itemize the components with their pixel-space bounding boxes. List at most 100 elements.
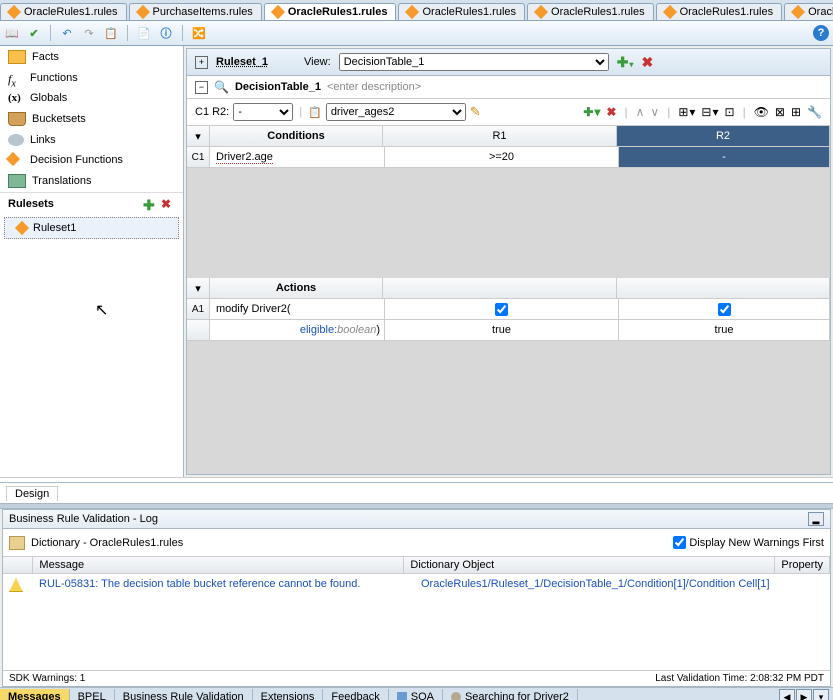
bottom-tab-messages[interactable]: Messages xyxy=(0,689,70,700)
corner-cell[interactable]: ▾ xyxy=(187,126,210,146)
log-title-bar: Business Rule Validation - Log ▂ xyxy=(3,510,830,529)
move-up-icon[interactable]: ∧ xyxy=(636,105,645,119)
redo-icon[interactable]: ↷ xyxy=(81,25,97,41)
add-icon[interactable]: ✚▾ xyxy=(583,105,600,119)
editor-tab[interactable]: PurchaseItems.rules xyxy=(129,3,262,20)
bottom-tab-extensions[interactable]: Extensions xyxy=(253,689,324,700)
minimize-icon[interactable]: ▂ xyxy=(808,512,824,526)
soa-icon xyxy=(397,692,407,700)
grid-header-row: ▾ Conditions R1 R2 xyxy=(187,126,830,147)
filter-value-select[interactable]: - xyxy=(233,103,293,121)
functions-icon: fx xyxy=(8,72,24,84)
add-view-icon[interactable]: ✚▾ xyxy=(617,54,634,71)
undo-icon[interactable]: ↶ xyxy=(59,25,75,41)
bottom-tab-bpel[interactable]: BPEL xyxy=(70,689,115,700)
action-label[interactable]: modify Driver2( xyxy=(210,299,385,319)
tab-label: Business Rule Validation xyxy=(123,691,244,700)
options-icon[interactable]: 🔧 xyxy=(807,105,822,119)
separator: | xyxy=(743,105,746,119)
delete-icon[interactable]: ✖ xyxy=(606,105,616,119)
bottom-tab-search[interactable]: Searching for Driver2 xyxy=(443,689,578,700)
conflict-icon[interactable]: ⊠ xyxy=(775,105,785,119)
search-icon[interactable]: 🔍 xyxy=(214,80,229,94)
condition-label-cell[interactable]: Driver2.age xyxy=(210,147,385,167)
verify-icon[interactable]: 📄 xyxy=(136,25,152,41)
action-row: A1 modify Driver2( xyxy=(187,299,830,320)
condition-r2-cell-selected[interactable]: - xyxy=(619,147,830,167)
separator xyxy=(127,25,128,41)
action-r2-checkbox[interactable] xyxy=(619,299,830,319)
property-column-header[interactable]: Property xyxy=(775,557,830,573)
separator: | xyxy=(299,106,302,118)
ruleset-name[interactable]: Ruleset_1 xyxy=(216,56,268,68)
split-icon[interactable]: ⊟▾ xyxy=(701,105,718,119)
sidebar-item-facts[interactable]: Facts xyxy=(0,46,183,68)
sidebar-item-globals[interactable]: (x)Globals xyxy=(0,88,183,108)
info-icon[interactable]: ⓘ xyxy=(158,25,174,41)
expand-icon[interactable]: + xyxy=(195,56,208,69)
bottom-tabs: Messages BPEL Business Rule Validation E… xyxy=(0,687,833,700)
bucketset-select[interactable]: driver_ages2 xyxy=(326,103,466,121)
validate-icon[interactable]: ✔ xyxy=(26,25,42,41)
icon-column-header[interactable] xyxy=(3,557,33,573)
bottom-tab-soa[interactable]: SOA xyxy=(389,689,443,700)
condition-r1-cell[interactable]: >=20 xyxy=(385,147,619,167)
edit-icon[interactable]: ✎ xyxy=(470,104,481,120)
r2-header-selected[interactable]: R2 xyxy=(617,126,830,146)
editor-tab[interactable]: OracleRules1.rules xyxy=(656,3,783,20)
log-footer: SDK Warnings: 1 Last Validation Time: 2:… xyxy=(3,670,830,686)
bottom-tab-nav: ◀ ▶ ▾ xyxy=(778,689,833,700)
sidebar-item-functions[interactable]: fxFunctions xyxy=(0,68,183,88)
bottom-tab-validation[interactable]: Business Rule Validation xyxy=(115,689,253,700)
bottom-tab-feedback[interactable]: Feedback xyxy=(323,689,388,700)
action-r1-checkbox[interactable] xyxy=(385,299,619,319)
object-column-header[interactable]: Dictionary Object xyxy=(404,557,775,573)
rulesets-title: Rulesets xyxy=(8,198,54,210)
view-select[interactable]: DecisionTable_1 xyxy=(339,53,609,71)
ruleset-item[interactable]: Ruleset1 xyxy=(4,217,179,239)
r1-header[interactable]: R1 xyxy=(383,126,617,146)
editor-tab[interactable]: OracleRules1.rules xyxy=(398,3,525,20)
editor-tab-active[interactable]: OracleRules1.rules xyxy=(264,3,397,20)
editor-tab[interactable]: OracleRules1.rules xyxy=(0,3,127,20)
sidebar: Facts fxFunctions (x)Globals Bucketsets … xyxy=(0,46,184,477)
editor-tab[interactable]: OracleRules1.rules xyxy=(527,3,654,20)
delete-view-icon[interactable]: ✖ xyxy=(641,54,653,71)
find-icon[interactable]: 👁 xyxy=(754,105,769,119)
delete-ruleset-icon[interactable]: ✖ xyxy=(161,197,175,211)
param-name: eligible: xyxy=(300,324,337,336)
collapse-icon[interactable]: − xyxy=(195,81,208,94)
help-icon[interactable]: ? xyxy=(813,25,829,41)
action-r1-value[interactable]: true xyxy=(385,320,619,340)
save-icon[interactable]: 📋 xyxy=(103,25,119,41)
tab-next-icon[interactable]: ▶ xyxy=(796,689,812,700)
merge-icon[interactable]: ⊡ xyxy=(725,105,735,119)
dictionary-bar: Dictionary - OracleRules1.rules Display … xyxy=(3,529,830,557)
message-column-header[interactable]: Message xyxy=(33,557,404,573)
sidebar-item-decision-functions[interactable]: Decision Functions xyxy=(0,150,183,170)
tab-list-icon[interactable]: ▾ xyxy=(813,689,829,700)
move-down-icon[interactable]: ∨ xyxy=(650,105,659,119)
editor-tab[interactable]: OracleRules1.rule xyxy=(784,3,833,20)
sidebar-item-translations[interactable]: Translations xyxy=(0,170,183,192)
add-ruleset-icon[interactable]: ✚ xyxy=(143,197,157,211)
tab-prev-icon[interactable]: ◀ xyxy=(779,689,795,700)
links-icon xyxy=(8,134,24,146)
separator: | xyxy=(624,105,627,119)
log-row[interactable]: RUL-05831: The decision table bucket ref… xyxy=(3,574,830,599)
display-new-warnings-checkbox[interactable]: Display New Warnings First xyxy=(669,533,824,552)
sidebar-item-bucketsets[interactable]: Bucketsets xyxy=(0,108,183,130)
decision-table-name[interactable]: DecisionTable_1 xyxy=(235,81,321,93)
dictionary-icon[interactable]: 📖 xyxy=(4,25,20,41)
design-tab[interactable]: Design xyxy=(6,486,58,501)
sidebar-item-links[interactable]: Links xyxy=(0,130,183,150)
action-param-label[interactable]: eligible:boolean) xyxy=(210,320,385,340)
corner-cell[interactable]: ▾ xyxy=(187,278,210,298)
gap-analysis-icon[interactable]: ⊞▾ xyxy=(678,105,695,119)
view-label: View: xyxy=(304,56,331,68)
sidebar-label: Bucketsets xyxy=(32,113,86,125)
compact-icon[interactable]: ⊞ xyxy=(791,105,801,119)
action-r2-value[interactable]: true xyxy=(619,320,830,340)
description-placeholder[interactable]: <enter description> xyxy=(327,81,421,93)
refresh-icon[interactable]: 🔀 xyxy=(191,25,207,41)
